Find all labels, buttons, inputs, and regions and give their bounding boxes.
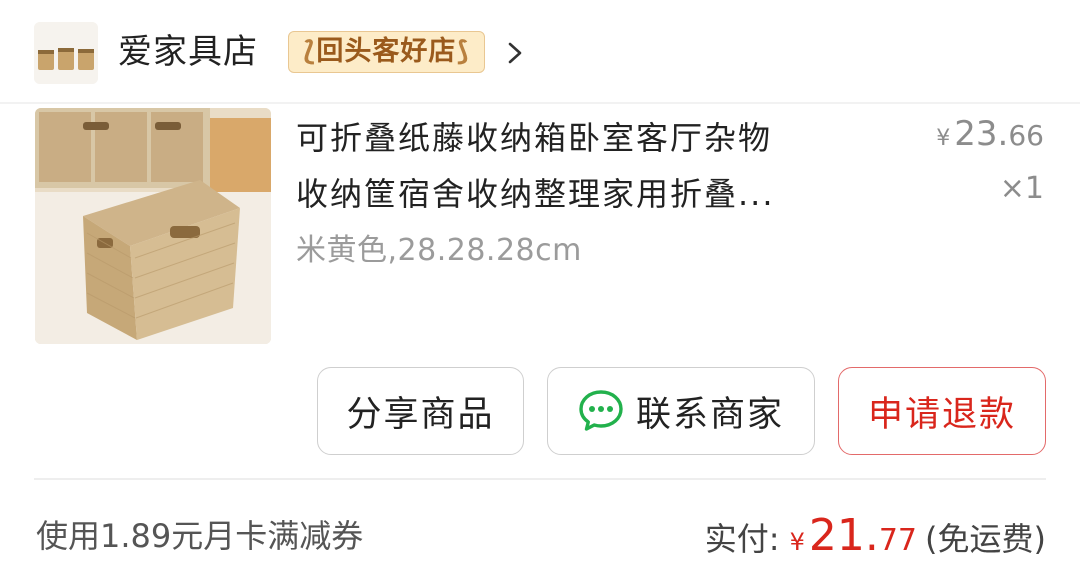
contact-seller-button[interactable]: 联系商家	[547, 367, 815, 455]
repeat-customer-badge: ⟅回头客好店⟆	[288, 31, 485, 73]
share-product-button[interactable]: 分享商品	[317, 367, 524, 455]
request-refund-button[interactable]: 申请退款	[838, 367, 1046, 455]
shipping-note: (免运费)	[925, 520, 1046, 558]
card-top-edge	[0, 102, 1080, 104]
price-integer: 23.	[954, 114, 1009, 154]
product-title-line-2: 收纳筐宿舍收纳整理家用折叠...	[296, 175, 775, 213]
product-title[interactable]: 可折叠纸藤收纳箱卧室客厅杂物 收纳筐宿舍收纳整理家用折叠...	[296, 110, 886, 222]
coupon-info: 使用1.89元月卡满减券	[36, 517, 364, 555]
badge-right-ornament: ⟆	[456, 36, 470, 67]
paid-currency: ¥	[789, 528, 805, 556]
divider	[34, 478, 1046, 480]
shop-name[interactable]: 爱家具店	[118, 28, 258, 76]
quantity: ×1	[999, 171, 1044, 206]
product-image[interactable]	[35, 108, 271, 344]
contact-seller-label: 联系商家	[635, 394, 784, 435]
badge-label: 回头客好店	[316, 36, 457, 67]
paid-decimal: 77	[878, 523, 918, 558]
wechat-chat-icon	[579, 390, 623, 431]
unit-price: ¥23.66	[936, 110, 1044, 163]
paid-label: 实付:	[704, 520, 780, 558]
request-refund-label: 申请退款	[867, 394, 1016, 435]
shop-logo[interactable]	[34, 22, 98, 84]
chevron-right-icon[interactable]	[502, 38, 528, 68]
product-variant: 米黄色,28.28.28cm	[296, 233, 582, 268]
paid-integer: 21.	[808, 510, 879, 561]
shop-header[interactable]: 爱家具店 ⟅回头客好店⟆	[0, 0, 1080, 100]
paid-amount: ¥21.77	[780, 510, 918, 561]
price-decimal: 66	[1008, 119, 1044, 152]
badge-left-ornament: ⟅	[303, 36, 317, 67]
share-product-label: 分享商品	[346, 394, 495, 435]
price-block: ¥23.66 ×1	[936, 110, 1044, 213]
paid-total: 实付: ¥21.77 (免运费)	[705, 506, 1046, 572]
price-currency: ¥	[936, 126, 951, 151]
product-title-line-1: 可折叠纸藤收纳箱卧室客厅杂物	[296, 119, 773, 157]
